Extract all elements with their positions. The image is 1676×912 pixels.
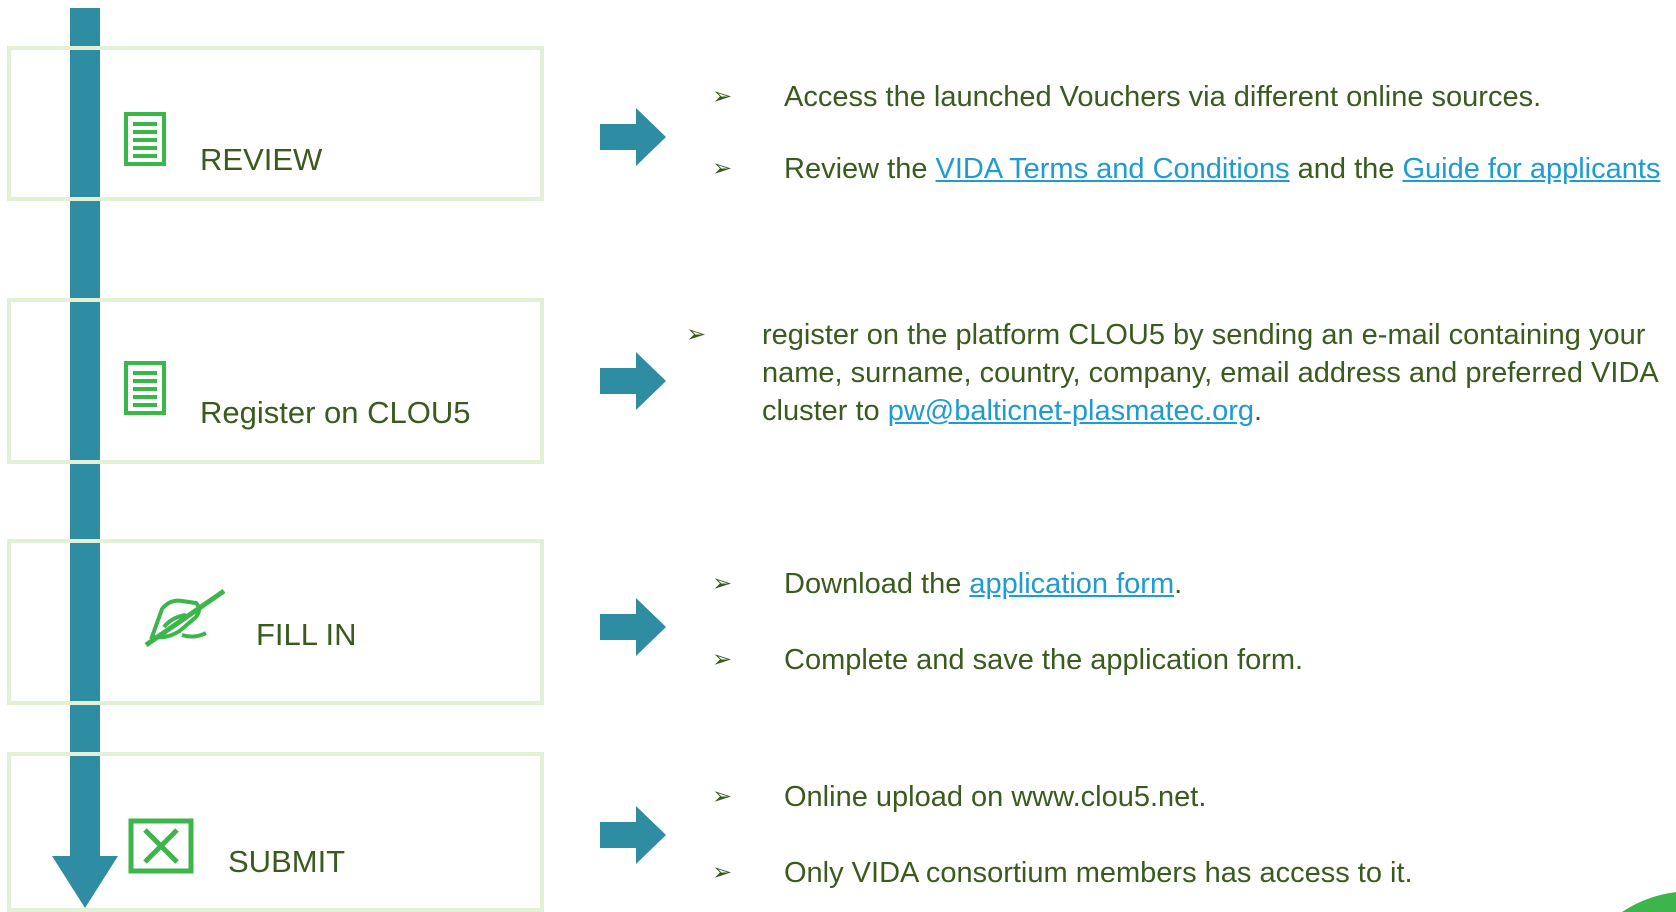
step-label-submit: SUBMIT — [228, 844, 346, 879]
bullet-arrow-icon: ➢ — [712, 83, 733, 110]
application-form-link[interactable]: application form — [969, 568, 1174, 600]
list-item: ➢ Only VIDA consortium members has acces… — [680, 854, 1640, 892]
register-bullets: ➢ register on the platform CLOU5 by send… — [680, 316, 1665, 430]
step-label-fill-in: FILL IN — [256, 617, 357, 652]
pen-writing-icon — [144, 588, 226, 647]
list-item: ➢ Online upload on www.clou5.net. — [680, 778, 1640, 816]
step-box-register — [7, 298, 544, 464]
fill-in-suffix: . — [1174, 568, 1183, 600]
fill-in-bullet-text: Complete and save the application form. — [784, 644, 1304, 676]
list-item: ➢ register on the platform CLOU5 by send… — [680, 316, 1665, 430]
terms-link[interactable]: VIDA Terms and Conditions — [936, 153, 1290, 185]
arrow-right-icon — [600, 108, 666, 166]
guide-link[interactable]: Guide for applicants — [1402, 153, 1660, 185]
bullet-arrow-icon: ➢ — [712, 570, 733, 597]
review-bullet-prefix: Review the — [784, 153, 936, 185]
step-label-register: Register on CLOU5 — [200, 395, 471, 430]
step-label-review: REVIEW — [200, 142, 323, 177]
bullet-arrow-icon: ➢ — [686, 321, 707, 348]
submit-bullet-text: Only VIDA consortium members has access … — [784, 857, 1413, 889]
review-bullet-mid: and the — [1289, 153, 1403, 185]
document-icon — [124, 361, 166, 415]
register-suffix: . — [1254, 395, 1263, 427]
review-bullets: ➢ Access the launched Vouchers via diffe… — [680, 78, 1660, 188]
fill-in-prefix: Download the — [784, 568, 970, 600]
list-item: ➢ Access the launched Vouchers via diffe… — [680, 78, 1640, 116]
corner-decoration — [1622, 892, 1676, 912]
arrow-right-icon — [600, 598, 666, 656]
submit-bullets: ➢ Online upload on www.clou5.net. ➢ Only… — [680, 778, 1640, 892]
list-item: ➢ Download the application form. — [680, 565, 1640, 603]
document-icon — [124, 112, 166, 166]
bullet-arrow-icon: ➢ — [712, 859, 733, 886]
email-link[interactable]: pw@balticnet-plasmatec.org — [888, 395, 1254, 427]
arrow-right-icon — [600, 806, 666, 864]
bullet-arrow-icon: ➢ — [712, 646, 733, 673]
list-item: ➢ Complete and save the application form… — [680, 641, 1640, 679]
fill-in-bullets: ➢ Download the application form. ➢ Compl… — [680, 565, 1640, 679]
arrow-right-icon — [600, 352, 666, 410]
bullet-arrow-icon: ➢ — [712, 155, 733, 182]
review-bullet-text: Access the launched Vouchers via differe… — [784, 81, 1542, 113]
bullet-arrow-icon: ➢ — [712, 783, 733, 810]
submit-bullet-text: Online upload on www.clou5.net. — [784, 781, 1207, 813]
step-box-submit — [7, 752, 544, 912]
checkbox-x-icon — [128, 818, 194, 874]
list-item: ➢ Review the VIDA Terms and Conditions a… — [680, 150, 1664, 188]
